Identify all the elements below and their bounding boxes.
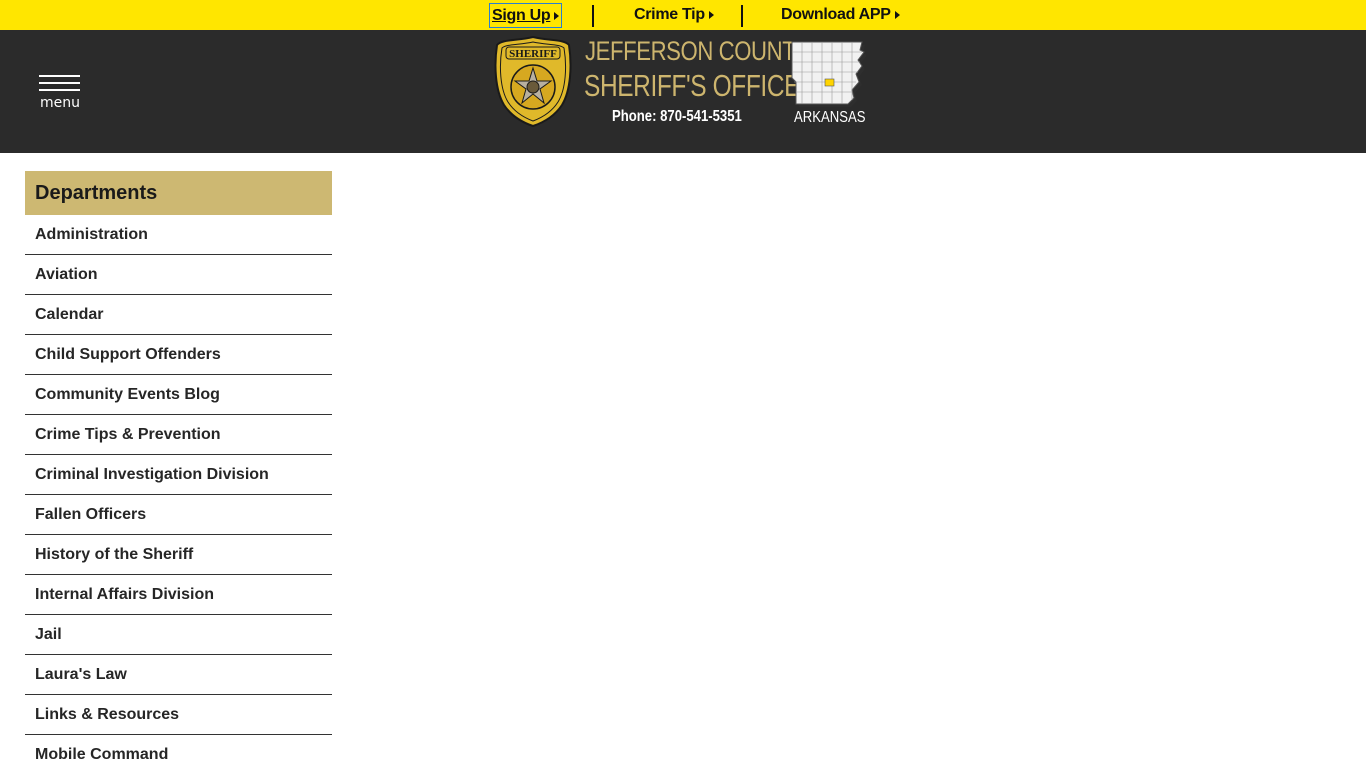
site-header: menu SHERIFF JEFFERSON COUNTY SHERIFF'S … bbox=[0, 30, 1366, 153]
sidebar-heading: Departments bbox=[25, 171, 332, 215]
crime-tip-link[interactable]: Crime Tip bbox=[634, 0, 714, 30]
sidebar-item[interactable]: Internal Affairs Division bbox=[25, 575, 332, 615]
download-app-label: Download APP bbox=[781, 6, 891, 23]
signup-link[interactable]: Sign Up bbox=[489, 3, 563, 28]
crime-tip-label: Crime Tip bbox=[634, 6, 705, 23]
signup-label: Sign Up bbox=[492, 6, 551, 24]
sidebar-item[interactable]: History of the Sheriff bbox=[25, 535, 332, 575]
arkansas-map-icon bbox=[791, 41, 866, 107]
divider bbox=[592, 5, 594, 27]
sidebar-item[interactable]: Criminal Investigation Division bbox=[25, 455, 332, 495]
sidebar-list: Administration Aviation Calendar Child S… bbox=[25, 215, 332, 768]
sidebar-item[interactable]: Community Events Blog bbox=[25, 375, 332, 415]
divider bbox=[741, 5, 743, 27]
sheriff-badge-icon[interactable]: SHERIFF bbox=[494, 35, 572, 127]
sidebar-item[interactable]: Mobile Command bbox=[25, 735, 332, 768]
hamburger-icon-bar bbox=[39, 82, 80, 84]
sidebar-item[interactable]: Child Support Offenders bbox=[25, 335, 332, 375]
sidebar-item[interactable]: Laura's Law bbox=[25, 655, 332, 695]
sidebar-item[interactable]: Fallen Officers bbox=[25, 495, 332, 535]
site-title-line1: JEFFERSON COUNTY bbox=[585, 36, 810, 66]
top-bar: Sign Up Crime Tip Download APP bbox=[0, 0, 1366, 30]
sidebar-item[interactable]: Jail bbox=[25, 615, 332, 655]
phone-number[interactable]: Phone: 870-541-5351 bbox=[612, 108, 742, 126]
site-title-line2: SHERIFF'S OFFICE bbox=[584, 68, 801, 103]
sidebar-item[interactable]: Calendar bbox=[25, 295, 332, 335]
caret-right-icon bbox=[554, 11, 560, 20]
sidebar-item[interactable]: Links & Resources bbox=[25, 695, 332, 735]
sidebar-item[interactable]: Aviation bbox=[25, 255, 332, 295]
sidebar-item[interactable]: Administration bbox=[25, 215, 332, 255]
menu-button[interactable]: menu bbox=[39, 75, 81, 115]
download-app-link[interactable]: Download APP bbox=[781, 0, 900, 30]
departments-sidebar: Departments Administration Aviation Cale… bbox=[25, 171, 332, 768]
sidebar-item[interactable]: Crime Tips & Prevention bbox=[25, 415, 332, 455]
badge-text: SHERIFF bbox=[509, 48, 557, 60]
state-label: ARKANSAS bbox=[794, 109, 866, 126]
hamburger-icon bbox=[39, 75, 80, 77]
caret-right-icon bbox=[894, 11, 900, 19]
menu-label: menu bbox=[40, 95, 80, 111]
hamburger-icon-bar bbox=[39, 89, 80, 91]
caret-right-icon bbox=[708, 11, 714, 19]
